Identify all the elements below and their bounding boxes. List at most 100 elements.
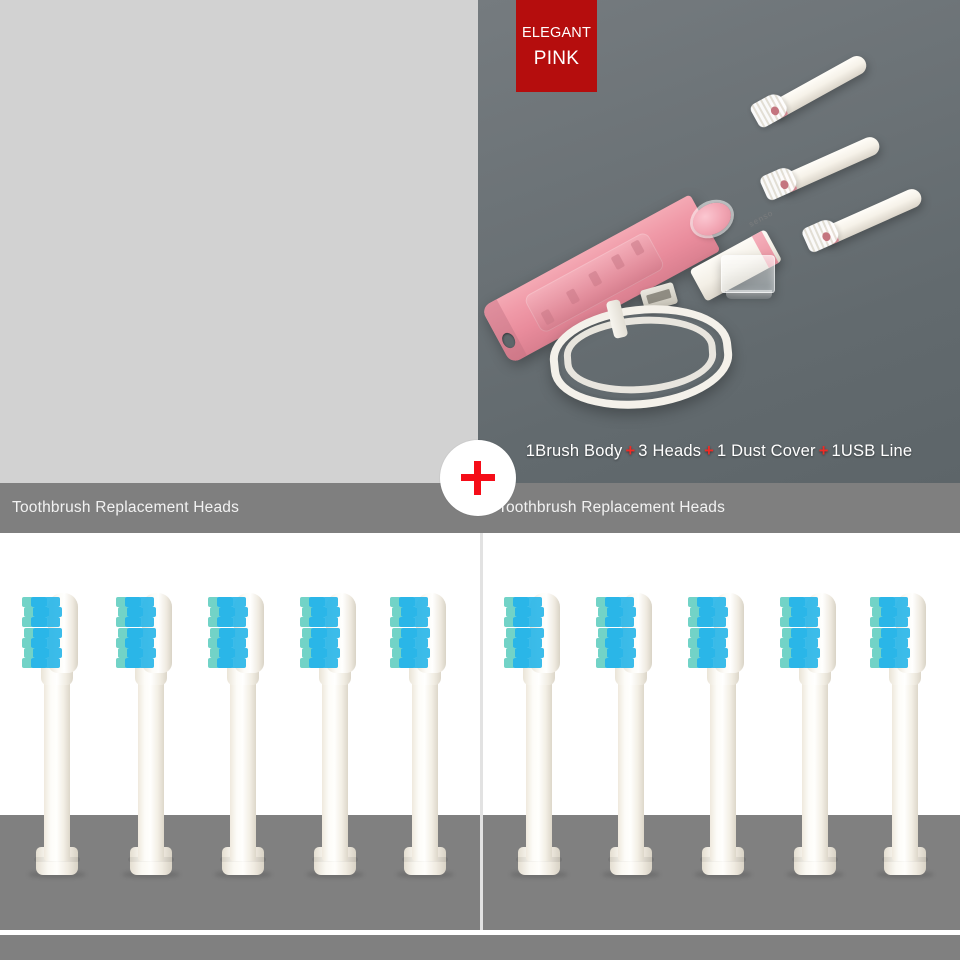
- bristle-row: [24, 648, 64, 658]
- bristle-tuft: [895, 648, 910, 658]
- bristle-row: [688, 597, 728, 607]
- bristle-tuft: [231, 658, 246, 669]
- bristle-tuft: [47, 648, 62, 658]
- bristle-tuft: [231, 597, 246, 607]
- bristle-row: [22, 597, 62, 607]
- caption-part-3: 1 Dust Cover: [717, 442, 816, 460]
- bristle-tuft: [527, 617, 542, 628]
- bristle-tuft: [233, 627, 248, 638]
- bristle-row: [118, 607, 158, 618]
- replacement-head-right-5: [866, 585, 944, 885]
- bristle-row: [870, 637, 910, 648]
- package-contents-caption: 1Brush Body +3 Heads +1 Dust Cover +1USB Li…: [478, 442, 960, 461]
- bristle-tuft: [619, 637, 634, 648]
- bristle-row: [208, 617, 248, 628]
- elegant-pink-badge: ELEGANT PINK: [516, 0, 597, 92]
- label-bar-right: Toothbrush Replacement Heads: [478, 483, 960, 533]
- bristle-row: [596, 658, 636, 669]
- bristle-tuft: [711, 617, 726, 628]
- bristle-row: [688, 637, 728, 648]
- bristle-row: [116, 637, 156, 648]
- bristle-tuft: [45, 617, 60, 628]
- bristle-row: [300, 637, 340, 648]
- bristle-tuft: [529, 627, 544, 638]
- bristle-tuft: [323, 617, 338, 628]
- bristle-tuft: [141, 607, 156, 618]
- bristle-tuft: [529, 607, 544, 618]
- bristle-tuft: [621, 648, 636, 658]
- bristle-tuft: [893, 597, 908, 607]
- bristle-tuft: [895, 627, 910, 638]
- bristle-row: [690, 607, 730, 618]
- bristle-tuft: [413, 658, 428, 669]
- replacement-heads-section: [0, 533, 960, 960]
- bristle-row: [302, 607, 342, 618]
- bristle-tuft: [141, 627, 156, 638]
- bristle-row: [208, 658, 248, 669]
- bristle-row: [22, 658, 62, 669]
- bristle-row: [780, 637, 820, 648]
- replacement-head-right-1: [500, 585, 578, 885]
- bristle-row: [504, 617, 544, 628]
- bristle-tuft: [47, 607, 62, 618]
- bristle-tuft: [893, 637, 908, 648]
- bristle-tuft: [413, 597, 428, 607]
- product-image-canvas: senso 1Brush Body + 3 Heads + 1 Dust Cov…: [0, 0, 960, 960]
- replacement-head-left-3: [204, 585, 282, 885]
- bristle-row: [596, 617, 636, 628]
- replacement-head-right-4: [776, 585, 854, 885]
- bristle-row: [300, 617, 340, 628]
- bristle-row: [690, 627, 730, 638]
- bristle-row: [506, 607, 546, 618]
- bristle-row: [598, 607, 638, 618]
- bristle-row: [302, 648, 342, 658]
- bristle-tuft: [415, 607, 430, 618]
- bristle-row: [870, 617, 910, 628]
- bristle-tuft: [527, 658, 542, 669]
- bristle-tuft: [621, 627, 636, 638]
- bristle-tuft: [711, 637, 726, 648]
- bristle-tuft: [805, 627, 820, 638]
- bristle-row: [24, 627, 64, 638]
- label-bar-left: Toothbrush Replacement Heads: [0, 483, 478, 533]
- bristle-tuft: [139, 617, 154, 628]
- bristle-tuft: [803, 658, 818, 669]
- bristle-row: [24, 607, 64, 618]
- brand-logo-text: senso: [747, 208, 775, 229]
- bristle-tuft: [325, 607, 340, 618]
- bristle-row: [872, 648, 912, 658]
- replacement-head-right-2: [592, 585, 670, 885]
- head-shaft: [44, 661, 70, 861]
- bristle-tuft: [713, 627, 728, 638]
- head-shaft: [892, 661, 918, 861]
- bristle-row: [596, 637, 636, 648]
- bristle-row: [208, 637, 248, 648]
- bristle-tuft: [139, 637, 154, 648]
- bristle-block: [688, 597, 728, 671]
- bristle-row: [870, 597, 910, 607]
- bristle-tuft: [323, 658, 338, 669]
- head-shaft: [230, 661, 256, 861]
- label-bar-left-text: Toothbrush Replacement Heads: [12, 499, 240, 516]
- bristle-row: [598, 627, 638, 638]
- replacement-head-left-5: [386, 585, 464, 885]
- bristle-tuft: [527, 637, 542, 648]
- bristle-row: [872, 627, 912, 638]
- head-shaft: [802, 661, 828, 861]
- bristle-row: [302, 627, 342, 638]
- bristle-row: [780, 597, 820, 607]
- head-shaft: [322, 661, 348, 861]
- bristle-row: [208, 597, 248, 607]
- bristle-block: [504, 597, 544, 671]
- bristle-tuft: [893, 617, 908, 628]
- bristle-tuft: [713, 607, 728, 618]
- head-shaft: [526, 661, 552, 861]
- bristle-tuft: [415, 648, 430, 658]
- bottom-gray-footer: [0, 935, 960, 960]
- bristle-tuft: [803, 597, 818, 607]
- handle-charge-port: [499, 330, 518, 351]
- bristle-block: [596, 597, 636, 671]
- bristle-tuft: [323, 597, 338, 607]
- replacement-head-left-4: [296, 585, 374, 885]
- bristle-row: [780, 658, 820, 669]
